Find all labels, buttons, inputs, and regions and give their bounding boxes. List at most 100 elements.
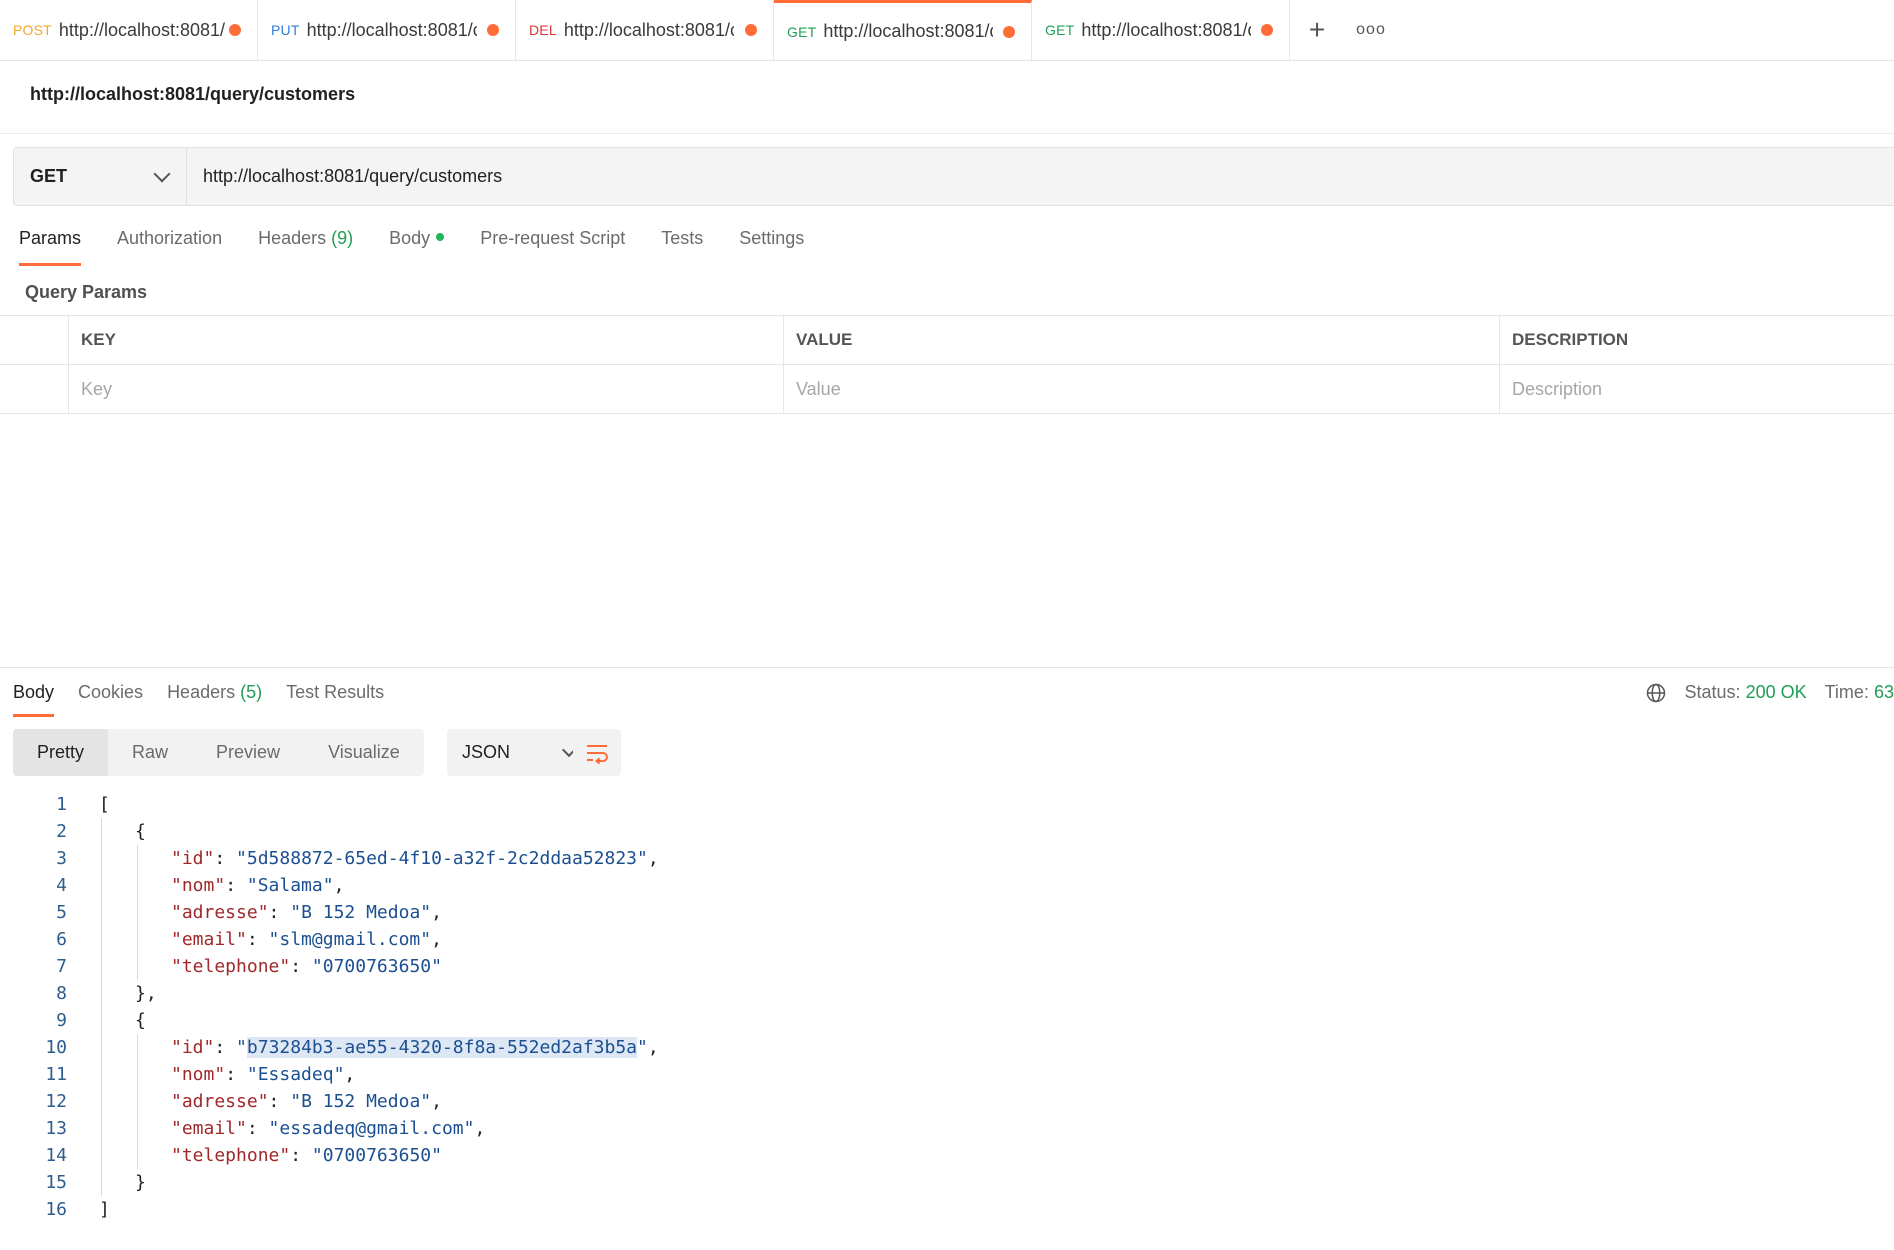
body-indicator-dot-icon	[436, 233, 445, 242]
unsaved-dot-icon	[1003, 25, 1015, 38]
request-title[interactable]: http://localhost:8081/query/customers	[30, 84, 355, 105]
value-input[interactable]	[796, 378, 1499, 400]
json-punctuation: {	[135, 1010, 146, 1031]
request-tab-post[interactable]: POST http://localhost:8081/	[0, 0, 258, 60]
json-punctuation: {	[135, 821, 146, 842]
response-headers-count: (5)	[240, 682, 263, 702]
json-punctuation: :	[290, 1145, 312, 1166]
tab-headers-label: Headers	[258, 228, 327, 248]
tab-body[interactable]: Body	[389, 228, 445, 266]
indent-guide	[101, 1034, 102, 1061]
value-cell	[784, 365, 1500, 413]
status-value[interactable]: 200 OK	[1746, 682, 1807, 703]
tab-prerequest-script[interactable]: Pre-request Script	[480, 228, 625, 266]
json-key: "adresse"	[171, 902, 269, 923]
more-tabs-icon[interactable]: ooo	[1344, 0, 1398, 60]
json-punctuation: ,	[344, 1064, 356, 1085]
tab-method: PUT	[271, 22, 300, 38]
code-line: 11 "nom": "Essadeq",	[0, 1061, 1894, 1088]
indent-guide	[101, 1115, 102, 1142]
new-tab-plus-icon[interactable]: +	[1290, 0, 1344, 60]
json-string-value: "slm@gmail.com"	[268, 929, 432, 950]
json-punctuation: :	[246, 929, 269, 950]
tab-method: GET	[1045, 22, 1075, 38]
time-value[interactable]: 63	[1874, 682, 1894, 703]
line-number: 15	[45, 1172, 67, 1193]
response-body-code[interactable]: 1[2{3 "id": "5d588872-65ed-4f10-a32f-2c2d…	[0, 791, 1894, 1223]
line-number: 13	[45, 1118, 67, 1139]
json-string-value: "0700763650"	[311, 956, 442, 977]
view-visualize-button[interactable]: Visualize	[304, 729, 424, 776]
request-tab-bar: POST http://localhost:8081/ PUT http://l…	[0, 0, 1894, 61]
tab-method: GET	[787, 23, 817, 40]
code-line: 14 "telephone": "0700763650"	[0, 1142, 1894, 1169]
row-checkbox[interactable]	[0, 365, 69, 413]
indent-guide	[137, 1142, 138, 1169]
unsaved-dot-icon	[745, 24, 757, 36]
response-headers-label: Headers	[167, 682, 236, 702]
json-punctuation: ,	[647, 848, 659, 869]
request-tab-get-active[interactable]: GET http://localhost:8081/q	[774, 0, 1032, 60]
method-dropdown[interactable]: GET	[14, 148, 187, 205]
json-key: "id"	[171, 1037, 215, 1058]
json-punctuation: ,	[431, 929, 442, 950]
request-tab-put[interactable]: PUT http://localhost:8081/c	[258, 0, 516, 60]
tab-url: http://localhost:8081/q	[1081, 19, 1252, 40]
indent-guide	[101, 818, 102, 845]
response-tabs: Body Cookies Headers (5) Test Results	[13, 682, 408, 717]
code-line: 9{	[0, 1007, 1894, 1034]
indent-guide	[101, 1007, 102, 1034]
format-dropdown[interactable]: JSON	[447, 729, 594, 776]
column-key-header: KEY	[69, 316, 784, 364]
indent-guide	[137, 1088, 138, 1115]
json-key: "email"	[171, 929, 247, 950]
indent-guide	[101, 1088, 102, 1115]
response-tab-cookies[interactable]: Cookies	[78, 682, 143, 717]
url-bar: GET	[13, 147, 1894, 206]
url-input[interactable]	[187, 148, 1894, 205]
tab-url: http://localhost:8081/c	[563, 19, 734, 40]
description-input[interactable]	[1512, 378, 1894, 400]
code-line: 1[	[0, 791, 1894, 818]
response-tab-test-results[interactable]: Test Results	[286, 682, 384, 717]
response-divider[interactable]	[0, 667, 1894, 668]
tab-tests[interactable]: Tests	[661, 228, 703, 266]
tab-headers[interactable]: Headers (9)	[258, 228, 353, 266]
line-number: 5	[56, 902, 67, 923]
tab-settings[interactable]: Settings	[739, 228, 804, 266]
view-pretty-button[interactable]: Pretty	[13, 729, 109, 776]
line-content: "id": "5d588872-65ed-4f10-a32f-2c2ddaa52…	[67, 845, 659, 872]
method-value: GET	[30, 166, 68, 186]
tab-params[interactable]: Params	[19, 228, 82, 266]
view-raw-button[interactable]: Raw	[108, 729, 192, 776]
tab-authorization[interactable]: Authorization	[117, 228, 222, 266]
status-label: Status:	[1684, 682, 1741, 702]
json-punctuation: :	[214, 1037, 237, 1058]
table-row	[0, 365, 1894, 414]
tab-body-label: Body	[389, 228, 431, 248]
code-line: 16]	[0, 1196, 1894, 1223]
request-tab-delete[interactable]: DEL http://localhost:8081/c	[516, 0, 774, 60]
indent-guide	[137, 926, 138, 953]
key-input[interactable]	[81, 378, 783, 400]
json-punctuation: ,	[431, 902, 442, 923]
globe-icon[interactable]	[1646, 683, 1666, 703]
line-content: "id": "b73284b3-ae55-4320-8f8a-552ed2af3…	[67, 1034, 659, 1061]
view-preview-button[interactable]: Preview	[192, 729, 304, 776]
json-string-value: "B 152 Medoa"	[290, 1091, 432, 1112]
request-tab-get[interactable]: GET http://localhost:8081/q	[1032, 0, 1290, 60]
json-punctuation: ,	[647, 1037, 659, 1058]
line-number: 3	[56, 848, 67, 869]
line-content: "adresse": "B 152 Medoa",	[67, 899, 442, 926]
code-line: 6 "email": "slm@gmail.com",	[0, 926, 1894, 953]
tab-url: http://localhost:8081/q	[823, 21, 994, 41]
json-punctuation: :	[225, 875, 247, 896]
wrap-lines-button[interactable]	[573, 729, 621, 776]
response-tab-headers[interactable]: Headers (5)	[167, 682, 262, 717]
json-key: "email"	[171, 1118, 247, 1139]
code-line: 3 "id": "5d588872-65ed-4f10-a32f-2c2ddaa5…	[0, 845, 1894, 872]
json-key: "telephone"	[171, 1145, 291, 1166]
line-number: 9	[56, 1010, 67, 1031]
response-tab-body[interactable]: Body	[13, 682, 55, 717]
json-punctuation: :	[268, 1091, 291, 1112]
